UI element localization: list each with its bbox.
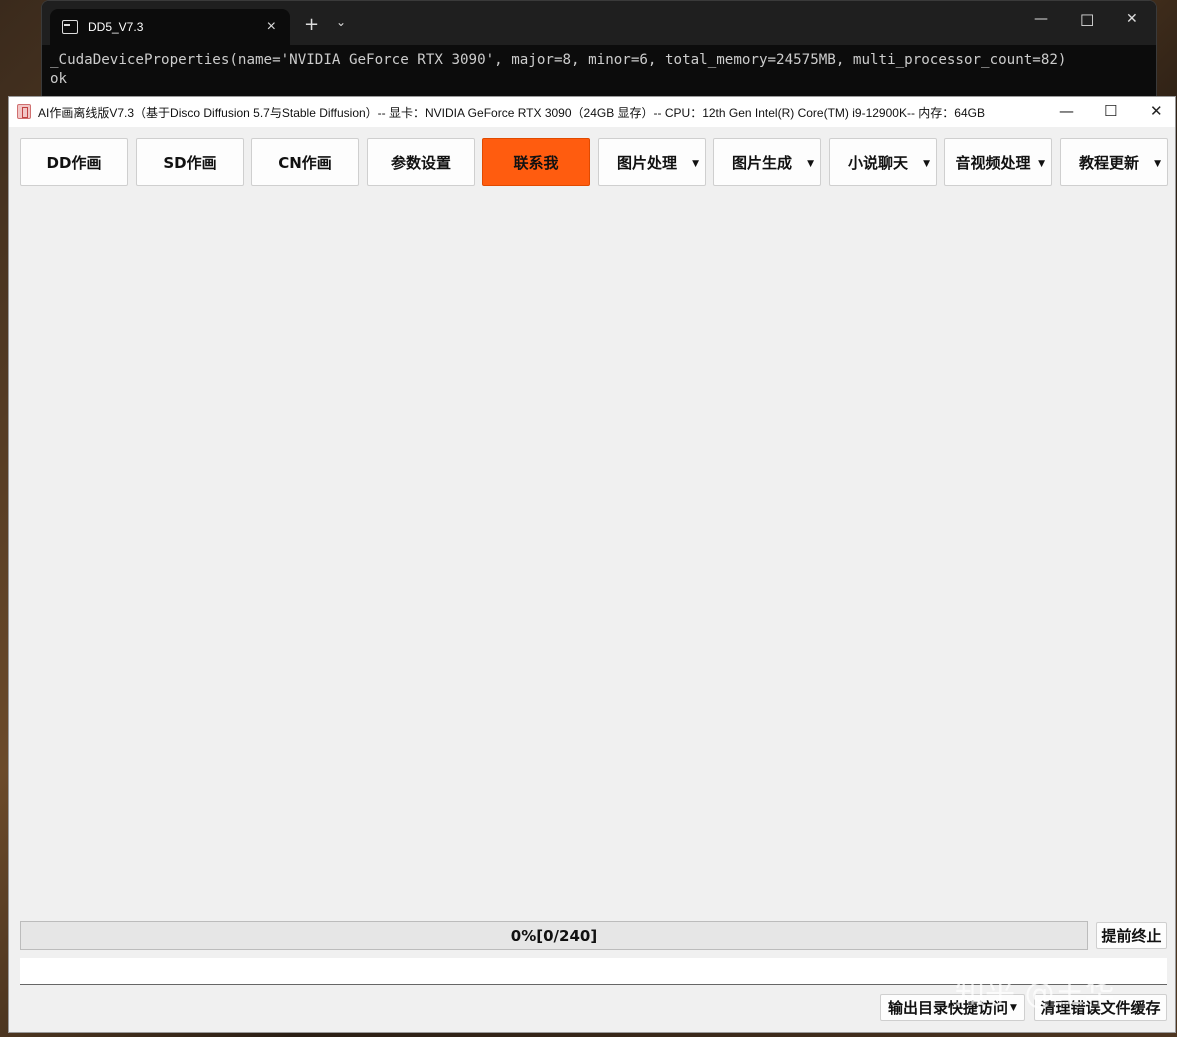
tab-tutorial-update[interactable]: 教程更新 ▼	[1060, 138, 1168, 186]
dropdown-caret-icon: ▼	[1038, 159, 1045, 169]
stop-early-label: 提前终止	[1101, 927, 1162, 945]
app-title: AI作画离线版V7.3（基于Disco Diffusion 5.7与Stable…	[38, 106, 985, 120]
tab-dropdown-icon[interactable]: ⌄	[336, 15, 346, 29]
new-tab-button[interactable]: +	[304, 14, 319, 35]
clear-cache-button[interactable]: 清理错误文件缓存	[1034, 994, 1167, 1021]
terminal-maximize-button[interactable]: ☐	[1080, 11, 1094, 30]
tab-label: 音视频处理	[955, 153, 1031, 172]
app-minimize-button[interactable]: —	[1059, 102, 1074, 120]
terminal-minimize-button[interactable]: —	[1034, 11, 1048, 27]
tab-sd-painting[interactable]: SD作画	[136, 138, 244, 186]
clear-cache-label: 清理错误文件缓存	[1040, 999, 1161, 1017]
app-icon	[17, 104, 31, 119]
app-titlebar: AI作画离线版V7.3（基于Disco Diffusion 5.7与Stable…	[9, 97, 1175, 127]
terminal-line: ok	[50, 71, 68, 87]
tab-contact-me[interactable]: 联系我	[482, 138, 590, 186]
app-close-button[interactable]: ✕	[1150, 102, 1163, 120]
tab-label: SD作画	[163, 153, 217, 172]
tab-label: 小说聊天	[847, 153, 908, 172]
dropdown-caret-icon: ▼	[1154, 159, 1161, 169]
tab-label: 图片处理	[616, 153, 677, 172]
app-maximize-button[interactable]: ☐	[1104, 102, 1117, 120]
app-window: AI作画离线版V7.3（基于Disco Diffusion 5.7与Stable…	[8, 96, 1176, 1033]
tab-label: 教程更新	[1078, 153, 1139, 172]
progress-bar: 0%[0/240]	[20, 921, 1088, 950]
output-dir-label: 输出目录快捷访问	[888, 999, 1009, 1017]
terminal-icon	[62, 20, 78, 34]
progress-text: 0%[0/240]	[510, 926, 598, 945]
tab-image-generation[interactable]: 图片生成 ▼	[713, 138, 821, 186]
terminal-line: _CudaDeviceProperties(name='NVIDIA GeFor…	[50, 52, 1067, 68]
tab-label: CN作画	[278, 153, 332, 172]
dropdown-caret-icon: ▼	[807, 159, 814, 169]
tab-label: 图片生成	[731, 153, 792, 172]
tab-novel-chat[interactable]: 小说聊天 ▼	[829, 138, 937, 186]
terminal-close-button[interactable]: ✕	[1126, 11, 1138, 27]
tab-label: DD作画	[46, 153, 102, 172]
tab-close-icon[interactable]: ×	[267, 18, 276, 36]
tab-dd-painting[interactable]: DD作画	[20, 138, 128, 186]
tab-label: 联系我	[513, 153, 559, 172]
dropdown-caret-icon: ▼	[923, 159, 930, 169]
terminal-tab[interactable]: DD5_V7.3 ×	[50, 9, 290, 45]
stop-early-button[interactable]: 提前终止	[1096, 922, 1167, 949]
tab-audio-video[interactable]: 音视频处理 ▼	[944, 138, 1052, 186]
terminal-tab-title: DD5_V7.3	[88, 20, 144, 34]
output-dir-button[interactable]: 输出目录快捷访问 ▼	[880, 994, 1025, 1021]
tab-settings[interactable]: 参数设置	[367, 138, 475, 186]
tab-image-processing[interactable]: 图片处理 ▼	[598, 138, 706, 186]
terminal-output: _CudaDeviceProperties(name='NVIDIA GeFor…	[50, 51, 1066, 89]
log-field[interactable]	[20, 958, 1167, 985]
terminal-titlebar: DD5_V7.3 × + ⌄ — ☐ ✕	[42, 1, 1156, 45]
tab-label: 参数设置	[390, 153, 451, 172]
tab-cn-painting[interactable]: CN作画	[251, 138, 359, 186]
dropdown-caret-icon: ▼	[1010, 1002, 1017, 1013]
dropdown-caret-icon: ▼	[692, 159, 699, 169]
